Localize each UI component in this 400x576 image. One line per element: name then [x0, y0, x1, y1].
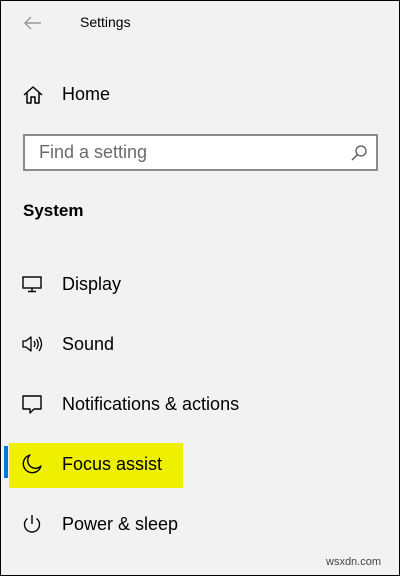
nav-item-home[interactable]: Home	[1, 75, 399, 115]
nav-item-label: Notifications & actions	[62, 394, 240, 414]
search-input[interactable]	[25, 136, 345, 169]
nav-item-power-sleep[interactable]: Power & sleep	[1, 494, 399, 554]
nav-item-label: Sound	[62, 334, 115, 354]
section-heading: System	[23, 201, 84, 220]
window-title: Settings	[80, 14, 131, 30]
nav-item-notifications[interactable]: Notifications & actions	[1, 374, 399, 434]
search-box	[23, 134, 378, 171]
watermark: wsxdn.com	[326, 556, 382, 568]
nav-item-display[interactable]: Display	[1, 254, 399, 314]
search-icon[interactable]	[350, 144, 368, 162]
nav-list: Display Sound Notifications & actions Fo…	[1, 254, 399, 554]
nav-item-focus-assist[interactable]: Focus assist	[1, 434, 399, 494]
settings-window: Settings Home System	[0, 0, 400, 576]
back-arrow-icon	[24, 16, 41, 30]
monitor-icon	[21, 273, 43, 295]
speaker-icon	[21, 333, 43, 355]
title-bar: Settings	[1, 1, 399, 45]
nav-item-label: Power & sleep	[62, 514, 179, 534]
notification-icon	[21, 393, 43, 415]
nav-item-label: Focus assist	[62, 454, 163, 474]
nav-item-label: Home	[62, 84, 111, 104]
home-icon	[22, 84, 44, 106]
back-button[interactable]	[19, 9, 47, 37]
moon-icon	[21, 453, 43, 475]
nav-item-sound[interactable]: Sound	[1, 314, 399, 374]
power-icon	[21, 513, 43, 535]
nav-item-label: Display	[62, 274, 122, 294]
